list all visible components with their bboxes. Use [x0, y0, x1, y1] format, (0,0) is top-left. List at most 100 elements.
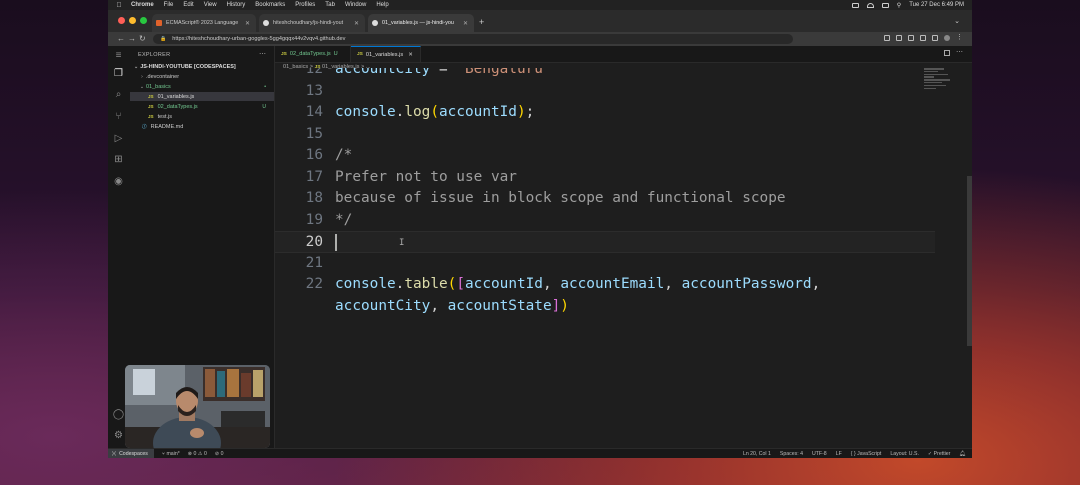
- bookmark-star-icon[interactable]: [896, 35, 902, 41]
- split-editor-icon[interactable]: [944, 50, 950, 56]
- apple-icon[interactable]: : [115, 2, 123, 9]
- browser-toolbar: ← → ↻ 🔒 https://hiteshchoudhary-urban-go…: [108, 32, 972, 46]
- menu-file[interactable]: File: [164, 2, 174, 8]
- close-icon[interactable]: ✕: [354, 20, 359, 27]
- kebab-menu-icon[interactable]: ⋮: [956, 34, 963, 41]
- tree-item-02-datatypes[interactable]: JS 02_dataTypes.js U: [130, 102, 274, 111]
- tree-item-01-variables[interactable]: JS 01_variables.js: [130, 92, 274, 101]
- code-line[interactable]: 15: [275, 124, 935, 146]
- menu-bookmarks[interactable]: Bookmarks: [255, 2, 285, 8]
- remote-indicator[interactable]: ⟩⟨ Codespaces: [108, 448, 154, 458]
- share-icon[interactable]: [884, 35, 890, 41]
- battery-icon[interactable]: [881, 2, 889, 8]
- more-actions-icon[interactable]: ⋯: [956, 49, 963, 56]
- tree-item-readme[interactable]: ⓘ README.md: [130, 122, 274, 131]
- account-icon[interactable]: ◯: [112, 408, 125, 421]
- menu-app-name[interactable]: Chrome: [131, 2, 154, 8]
- menu-edit[interactable]: Edit: [183, 2, 193, 8]
- menu-help[interactable]: Help: [376, 2, 388, 8]
- code-line[interactable]: accountCity, accountState]): [275, 296, 935, 318]
- tree-item-01-basics[interactable]: ⌄ 01_basics •: [130, 82, 274, 91]
- workspace-header[interactable]: ⌄ JS-HINDI-YOUTUBE [CODESPACES]: [134, 64, 236, 70]
- code-line[interactable]: 16 /*: [275, 145, 935, 167]
- source-control-icon[interactable]: ⑂: [112, 110, 125, 123]
- code-line[interactable]: 18 because of issue in block scope and fu…: [275, 188, 935, 210]
- cursor-position[interactable]: Ln 20, Col 1: [743, 451, 771, 457]
- menu-window[interactable]: Window: [345, 2, 366, 8]
- encoding[interactable]: UTF-8: [812, 451, 827, 457]
- editor-tab-01-variables[interactable]: JS 01_variables.js ✕: [351, 46, 421, 62]
- code-line[interactable]: 21: [275, 253, 935, 275]
- vertical-scrollbar[interactable]: [967, 176, 972, 346]
- extension-icon[interactable]: [908, 35, 914, 41]
- close-icon[interactable]: ✕: [408, 52, 413, 58]
- remote-icon: ⟩⟨: [112, 450, 117, 457]
- spotlight-icon[interactable]: ⚲: [897, 2, 901, 9]
- browser-tab-label: hiteshchoudhary/js-hindi-yout: [273, 20, 344, 26]
- keyboard-layout[interactable]: Layout: U.S.: [890, 451, 919, 457]
- line-number: 12: [305, 68, 323, 77]
- tree-item-label: test.js: [157, 113, 172, 120]
- code-line[interactable]: 20 I: [275, 231, 935, 253]
- menu-tab[interactable]: Tab: [325, 2, 335, 8]
- extensions-icon[interactable]: ⊞: [112, 153, 125, 166]
- language-mode[interactable]: { } JavaScript: [851, 451, 882, 457]
- lock-icon[interactable]: 🔒: [160, 36, 166, 42]
- minimap[interactable]: [924, 68, 954, 98]
- new-tab-button[interactable]: +: [479, 17, 484, 27]
- code-line[interactable]: 19 */: [275, 210, 935, 232]
- wifi-icon[interactable]: [866, 2, 874, 8]
- end-of-line[interactable]: LF: [836, 451, 842, 457]
- browser-tab-ecmascript[interactable]: ECMAScript® 2023 Language ✕: [152, 14, 256, 32]
- address-bar[interactable]: 🔒 https://hiteshchoudhary-urban-goggles-…: [153, 34, 793, 44]
- code-line[interactable]: 17 Prefer not to use var: [275, 167, 935, 189]
- code-line[interactable]: 13: [275, 81, 935, 103]
- tree-item-devcontainer[interactable]: › .devcontainer: [130, 72, 274, 81]
- editor-tab-02-datatypes[interactable]: JS 02_dataTypes.js U: [275, 46, 351, 62]
- menu-profiles[interactable]: Profiles: [295, 2, 315, 8]
- branch-name: main*: [166, 450, 180, 457]
- code-line[interactable]: 22 console.table([accountId, accountEmail…: [275, 274, 935, 296]
- window-controls: [118, 17, 147, 24]
- puzzle-extensions-icon[interactable]: [920, 35, 926, 41]
- clock[interactable]: Tue 27 Dec 6:49 PM: [909, 2, 964, 8]
- menu-view[interactable]: View: [204, 2, 217, 8]
- problems-counter[interactable]: ⊗ 0 ⚠ 0: [188, 451, 207, 457]
- browser-tab-codespace[interactable]: 01_variables.js — js-hindi-you ✕: [368, 14, 474, 32]
- ports-counter[interactable]: ⊘ 0: [215, 451, 224, 457]
- git-branch[interactable]: ⑂ main*: [162, 451, 180, 457]
- code-line[interactable]: 14 console.log(accountId);: [275, 102, 935, 124]
- github-favicon-icon: [372, 20, 378, 26]
- menu-hamburger-icon[interactable]: ≡: [112, 49, 125, 62]
- indentation[interactable]: Spaces: 4: [780, 451, 803, 457]
- code-editor[interactable]: 12 accountCity = "Bengaluru" 13 14 console.l…: [275, 68, 935, 428]
- back-arrow-icon[interactable]: ←: [117, 34, 125, 43]
- notifications-bell-icon[interactable]: 🔔︎: [959, 451, 966, 457]
- minimize-window-button[interactable]: [129, 17, 136, 24]
- editor-tab-label: 01_variables.js: [365, 51, 404, 58]
- sidebar-toggle-icon[interactable]: [932, 35, 938, 41]
- browser-tab-github[interactable]: hiteshchoudhary/js-hindi-yout ✕: [259, 14, 365, 32]
- editor-actions: ⋯: [944, 49, 963, 56]
- menu-history[interactable]: History: [227, 2, 246, 8]
- settings-gear-icon[interactable]: ⚙: [112, 429, 125, 442]
- github-icon[interactable]: ◉: [112, 175, 125, 188]
- profile-avatar[interactable]: [944, 35, 950, 41]
- close-icon[interactable]: ✕: [245, 20, 250, 27]
- run-debug-icon[interactable]: ▷: [112, 132, 125, 145]
- tab-search-chevron-icon[interactable]: ⌄: [954, 17, 960, 25]
- prettier-status[interactable]: ✓ Prettier: [928, 451, 951, 457]
- address-bar-url: https://hiteshchoudhary-urban-goggles-5g…: [172, 36, 346, 42]
- zoom-window-button[interactable]: [140, 17, 147, 24]
- forward-arrow-icon[interactable]: →: [128, 34, 136, 43]
- search-icon[interactable]: ⌕: [112, 88, 125, 101]
- tree-item-test[interactable]: JS test.js: [130, 112, 274, 121]
- explorer-files-icon[interactable]: ❐: [112, 67, 125, 80]
- code-line[interactable]: 12 accountCity = "Bengaluru": [275, 68, 935, 81]
- more-actions-icon[interactable]: ⋯: [259, 50, 266, 58]
- screen-record-icon[interactable]: [851, 2, 859, 8]
- close-icon[interactable]: ✕: [463, 20, 468, 27]
- code-text: Prefer not to use var: [335, 168, 517, 185]
- close-window-button[interactable]: [118, 17, 125, 24]
- reload-icon[interactable]: ↻: [139, 34, 146, 43]
